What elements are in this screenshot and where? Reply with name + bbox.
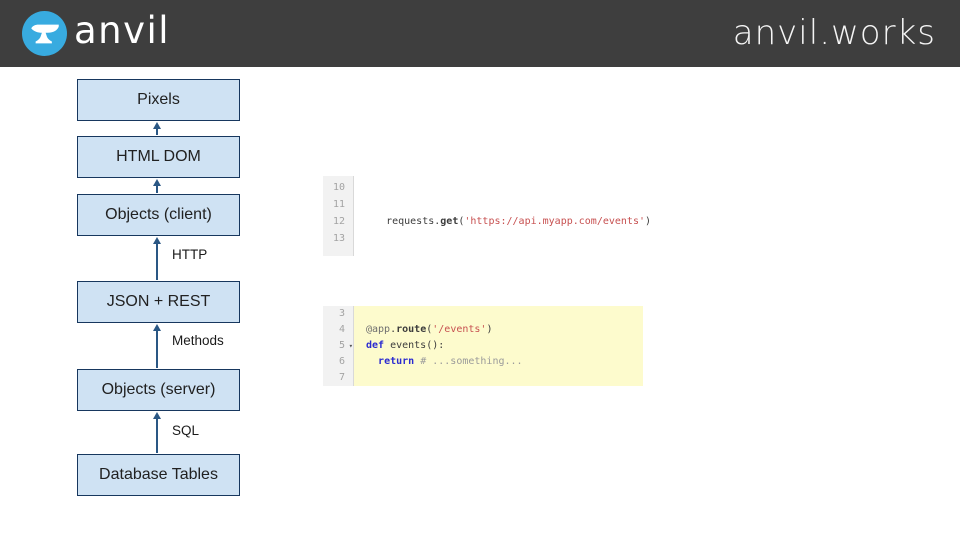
connection-label-http: HTTP	[172, 247, 207, 262]
line-number: 4	[323, 322, 354, 338]
line-number: 5▾	[323, 338, 354, 354]
slide: anvil anvil.works Pixels HTML DOM Object…	[0, 0, 960, 540]
line-number: 13	[323, 230, 354, 247]
code-text	[354, 306, 643, 322]
line-number: 11	[323, 196, 354, 213]
code-text	[354, 370, 643, 386]
diagram-box-json-rest: JSON + REST	[77, 281, 240, 323]
code-line: 6 return # ...something...	[323, 354, 643, 370]
code-text: @app.route('/events')	[354, 322, 643, 338]
diagram-box-database-tables: Database Tables	[77, 454, 240, 496]
connection-label-sql: SQL	[172, 423, 199, 438]
code-snippet-server: 34@app.route('/events')5▾def events():6 …	[323, 306, 643, 386]
code-text: def events():	[354, 338, 643, 354]
diagram-box-objects-server: Objects (server)	[77, 369, 240, 411]
code-text	[354, 230, 653, 247]
site-wordmark: anvil.works	[733, 13, 936, 53]
connection-label-methods: Methods	[172, 333, 224, 348]
line-number: 7	[323, 370, 354, 386]
fold-arrow-icon: ▾	[349, 338, 353, 354]
code-line: 5▾def events():	[323, 338, 643, 354]
header-bar: anvil anvil.works	[0, 0, 960, 67]
line-number: 10	[323, 179, 354, 196]
code-snippet-client: 101112 requests.get('https://api.myapp.c…	[323, 176, 653, 256]
code-text	[354, 196, 653, 213]
code-line: 3	[323, 306, 643, 322]
diagram-box-html-dom: HTML DOM	[77, 136, 240, 178]
code-line: 13	[323, 230, 653, 247]
up-arrow-dom-to-pixels	[153, 122, 161, 135]
code-line: 4@app.route('/events')	[323, 322, 643, 338]
anvil-logo	[22, 11, 67, 56]
logo-wordmark: anvil	[74, 9, 170, 52]
code-line: 12 requests.get('https://api.myapp.com/e…	[323, 213, 653, 230]
line-number: 3	[323, 306, 354, 322]
code-text: requests.get('https://api.myapp.com/even…	[354, 213, 653, 230]
anvil-icon	[30, 23, 60, 45]
code-line: 11	[323, 196, 653, 213]
code-line: 7	[323, 370, 643, 386]
diagram-box-objects-client: Objects (client)	[77, 194, 240, 236]
line-number: 6	[323, 354, 354, 370]
up-arrow-db-to-server	[153, 412, 161, 453]
code-text	[354, 179, 653, 196]
up-arrow-server-to-rest	[153, 324, 161, 368]
code-line: 10	[323, 179, 653, 196]
diagram-box-pixels: Pixels	[77, 79, 240, 121]
up-arrow-rest-to-client	[153, 237, 161, 280]
up-arrow-client-to-dom	[153, 179, 161, 193]
code-text: return # ...something...	[354, 354, 643, 370]
line-number: 12	[323, 213, 354, 230]
